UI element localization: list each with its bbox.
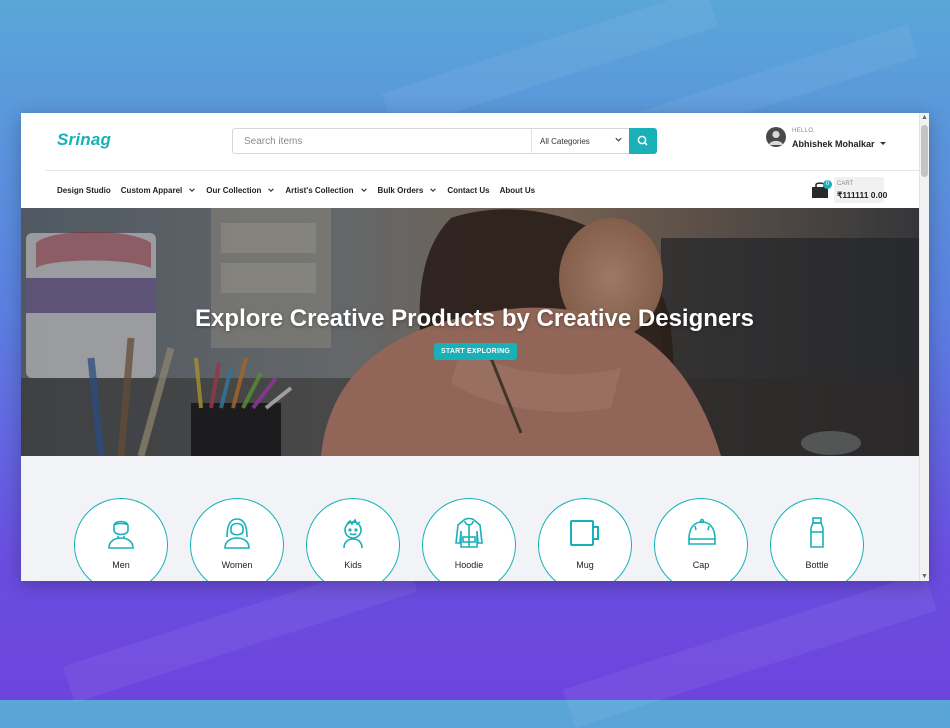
category-cap[interactable]: Cap xyxy=(654,498,748,581)
nav-item-about-us[interactable]: About Us xyxy=(500,186,536,195)
category-label: Cap xyxy=(692,560,710,570)
search-input[interactable] xyxy=(232,128,532,154)
nav-item-label: Bulk Orders xyxy=(377,185,424,195)
caret-down-icon xyxy=(880,142,886,145)
category-label: Kids xyxy=(344,560,362,570)
user-icon xyxy=(769,130,783,145)
bottle-icon xyxy=(810,517,824,548)
man-icon xyxy=(108,520,134,549)
category-kids[interactable]: Kids xyxy=(306,498,400,581)
category-men[interactable]: Men xyxy=(74,498,168,581)
nav-item-contact-us[interactable]: Contact Us xyxy=(447,186,489,195)
nav-item-label: Contact Us xyxy=(447,185,490,195)
category-select-value: All Categories xyxy=(540,137,590,146)
nav-item-label: Custom Apparel xyxy=(120,185,183,195)
hoodie-icon xyxy=(455,517,483,548)
scroll-down-icon[interactable]: ▼ xyxy=(921,573,928,580)
category-select[interactable]: All Categories xyxy=(531,128,630,154)
cart-count-badge: 0 xyxy=(823,180,832,189)
chevron-down-icon xyxy=(189,188,196,192)
cart-amount: ₹111111 0.00 xyxy=(837,190,888,200)
user-menu[interactable]: HELLO, Abhishek Mohalkar xyxy=(766,127,906,157)
nav-item-label: About Us xyxy=(499,185,536,195)
site-logo[interactable]: Srinag xyxy=(57,130,111,150)
nav-item-design-studio[interactable]: Design Studio xyxy=(57,186,111,195)
search-icon xyxy=(637,135,648,146)
category-label: Mug xyxy=(576,560,594,570)
chevron-down-icon xyxy=(268,188,275,192)
browser-window: Srinag All Categories HELLO, xyxy=(21,113,929,581)
search-bar: All Categories xyxy=(232,128,657,154)
category-label: Bottle xyxy=(805,560,829,570)
search-button[interactable] xyxy=(629,128,657,154)
category-hoodie[interactable]: Hoodie xyxy=(422,498,516,581)
woman-icon xyxy=(224,518,250,549)
kid-icon xyxy=(343,518,363,549)
site-header: Srinag All Categories HELLO, xyxy=(21,113,920,170)
main-nav: Design Studio Custom Apparel Our Collect… xyxy=(57,183,545,197)
nav-item-label: Design Studio xyxy=(57,185,111,195)
category-label: Hoodie xyxy=(454,560,484,570)
scrollbar-thumb[interactable] xyxy=(921,125,928,177)
header-divider xyxy=(45,170,920,171)
nav-item-label: Artist's Collection xyxy=(285,185,354,195)
nav-item-label: Our Collection xyxy=(206,185,262,195)
user-name: Abhishek Mohalkar xyxy=(792,139,875,149)
category-women[interactable]: Women xyxy=(190,498,284,581)
category-label: Women xyxy=(221,560,253,570)
nav-item-custom-apparel[interactable]: Custom Apparel xyxy=(121,186,197,195)
cart-label: CART xyxy=(837,181,854,187)
category-mug[interactable]: Mug xyxy=(538,498,632,581)
background-stripe xyxy=(563,572,937,728)
nav-item-artists-collection[interactable]: Artist's Collection xyxy=(285,186,367,195)
cart-widget[interactable]: 0 CART ₹111111 0.00 xyxy=(810,177,888,203)
start-exploring-button[interactable]: START EXPLORING xyxy=(434,343,517,360)
scroll-up-icon[interactable]: ▲ xyxy=(921,114,928,121)
chevron-down-icon xyxy=(615,137,622,142)
hero-title: Explore Creative Products by Creative De… xyxy=(195,305,754,332)
chevron-down-icon xyxy=(430,188,437,192)
user-greeting: HELLO, xyxy=(792,128,816,134)
chevron-down-icon xyxy=(360,188,367,192)
mug-icon xyxy=(570,520,599,546)
hero-banner: Explore Creative Products by Creative De… xyxy=(21,208,920,456)
category-label: Men xyxy=(112,560,130,570)
category-section: Men Women Kids Hoodie Mug Cap Bottle xyxy=(21,456,920,581)
vertical-scrollbar[interactable]: ▲ ▼ xyxy=(919,113,929,581)
nav-item-bulk-orders[interactable]: Bulk Orders xyxy=(378,186,438,195)
cap-icon xyxy=(688,518,716,545)
category-bottle[interactable]: Bottle xyxy=(770,498,864,581)
avatar xyxy=(766,127,786,147)
nav-item-our-collection[interactable]: Our Collection xyxy=(206,186,275,195)
